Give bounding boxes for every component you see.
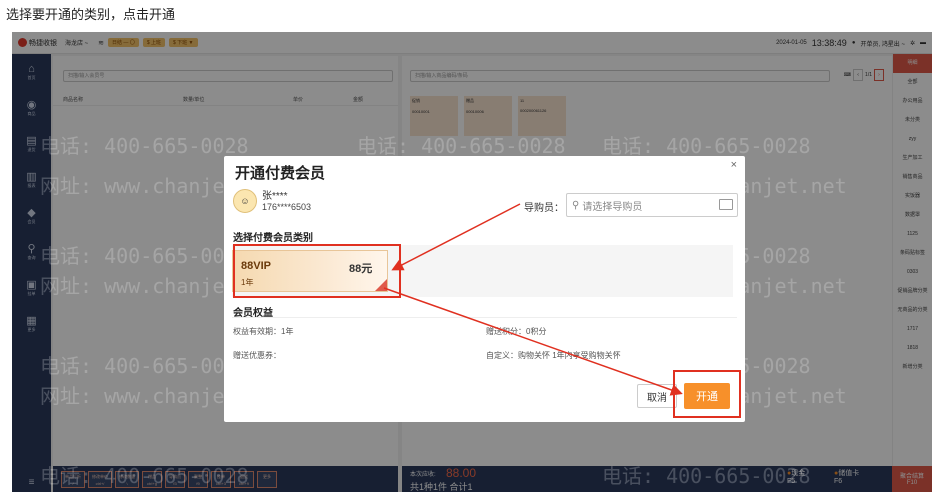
arrow-to-plan — [391, 203, 521, 271]
watermark-phone: 电话: 400-665-0028 — [40, 244, 249, 268]
pos-app: 畅捷收银 海龙店 ~ ≋ 日结 — 〇 $ 上班 $ 下班 ▼ 2024-01-… — [12, 32, 932, 492]
open-paid-member-dialog: 开通付费会员 × ☺ 张**** 176****6503 导购员： ⚲ 请选择导… — [224, 156, 745, 422]
watermark-phone: 电话: 400-665-0028 — [602, 464, 811, 488]
arrow-to-open — [383, 287, 683, 396]
watermark-phone: 电话: 400-665-0028 — [40, 464, 249, 488]
instruction-text: 选择要开通的类别，点击开通 — [6, 7, 176, 22]
watermark-phone: 电话: 400-665-0028 — [40, 134, 249, 158]
watermark-phone: 电话: 400-665-0028 — [602, 134, 811, 158]
watermark-phone: 电话: 400-665-0028 — [40, 354, 249, 378]
watermark-phone: 电话: 400-665-0028 — [357, 134, 566, 158]
annotation-arrows — [383, 203, 683, 396]
